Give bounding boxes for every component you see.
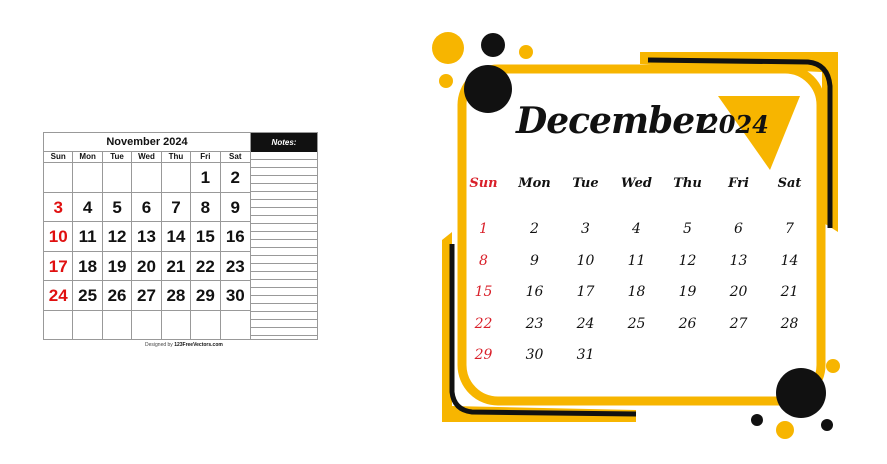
december-day-grid: 1 2 3 4 5 6 7 8 9 10 11 12 13 14 15 16 17 18 19 20 21 22 23 24 2… xyxy=(458,218,815,376)
december-weekday: Thu xyxy=(673,176,702,191)
december-day: 21 xyxy=(780,284,799,300)
december-day: 27 xyxy=(729,315,748,332)
december-day: 16 xyxy=(525,284,544,300)
december-day: 5 xyxy=(683,221,692,237)
december-weekday: Wed xyxy=(621,176,652,191)
december-day: 24 xyxy=(576,315,595,332)
december-day: 9 xyxy=(530,252,539,269)
december-weekday: Fri xyxy=(728,176,749,191)
december-day: 18 xyxy=(627,284,646,300)
december-day: 20 xyxy=(729,284,748,300)
december-day: 1 xyxy=(479,221,488,237)
december-day: 15 xyxy=(474,284,493,300)
yellow-circle-tiny xyxy=(439,74,453,88)
december-day: 17 xyxy=(576,284,595,300)
december-day: 10 xyxy=(576,252,595,269)
december-day: 23 xyxy=(525,315,544,332)
december-month-title: December xyxy=(516,100,713,142)
december-weekday: Mon xyxy=(518,176,551,191)
december-day: 19 xyxy=(678,284,697,300)
december-day: 26 xyxy=(678,315,697,332)
december-day: 7 xyxy=(785,221,794,237)
black-circle-large xyxy=(464,65,512,113)
december-weekday: Sun xyxy=(469,176,498,191)
december-day: 4 xyxy=(632,221,641,237)
yellow-circle-large xyxy=(432,32,464,64)
december-day: 2 xyxy=(530,221,539,237)
december-day: 6 xyxy=(734,221,743,237)
black-circle-bottom xyxy=(776,368,826,418)
december-day: 14 xyxy=(780,252,799,269)
december-weekday: Sat xyxy=(777,176,802,191)
black-dot-bottom-left xyxy=(751,414,763,426)
december-day: 31 xyxy=(576,347,595,363)
yellow-circle-bottom xyxy=(776,421,794,439)
december-day: 29 xyxy=(474,347,493,363)
december-day: 8 xyxy=(479,252,488,269)
yellow-circle-bottom-small xyxy=(826,359,840,373)
december-weekday: Tue xyxy=(572,176,599,191)
december-year: 2024 xyxy=(702,110,769,139)
yellow-circle-small xyxy=(519,45,533,59)
december-day: 3 xyxy=(581,221,590,237)
december-day: 30 xyxy=(525,347,544,363)
december-day: 11 xyxy=(627,252,646,269)
december-weekday-header: Sun Mon Tue Wed Thu Fri Sat xyxy=(458,176,815,191)
black-circle-small xyxy=(481,33,505,57)
december-day: 12 xyxy=(678,252,697,269)
december-day: 22 xyxy=(474,315,493,332)
december-day: 28 xyxy=(780,315,799,332)
black-dot-bottom-right xyxy=(821,419,833,431)
december-day: 25 xyxy=(627,315,646,332)
december-day: 13 xyxy=(729,252,748,269)
